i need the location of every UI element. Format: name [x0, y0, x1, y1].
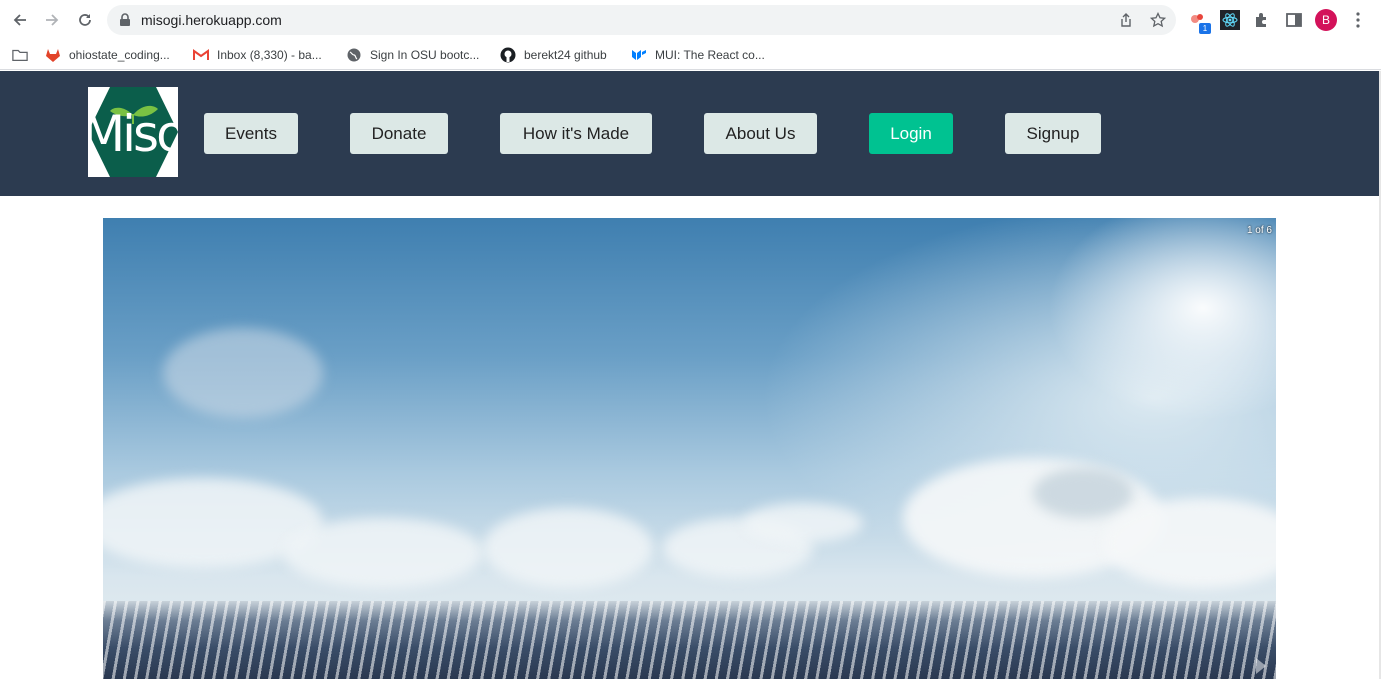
bookmarks-bar: ohiostate_coding... Inbox (8,330) - ba..… [0, 40, 1381, 70]
logo-text: Misogi [88, 105, 178, 163]
folder-icon [12, 47, 28, 63]
bookmark-item[interactable]: ohiostate_coding... [45, 44, 170, 66]
nav-login-button[interactable]: Login [869, 113, 953, 154]
bookmark-item[interactable]: Sign In OSU bootc... [346, 44, 479, 66]
github-icon [500, 47, 516, 63]
extensions-puzzle-icon[interactable] [1252, 10, 1272, 30]
bookmark-label: ohiostate_coding... [69, 48, 170, 62]
slide-counter: 1 of 6 [1246, 225, 1272, 236]
globe-icon [346, 47, 362, 63]
misogi-logo[interactable]: Misogi [88, 87, 178, 177]
nav-signup-button[interactable]: Signup [1005, 113, 1101, 154]
reload-button[interactable] [73, 8, 97, 32]
image-carousel[interactable]: 1 of 6 [103, 218, 1276, 679]
bookmark-item[interactable]: Inbox (8,330) - ba... [193, 44, 322, 66]
nav-donate-button[interactable]: Donate [350, 113, 448, 154]
more-menu-icon[interactable] [1348, 10, 1368, 30]
ocean-waves [103, 601, 1276, 679]
arrow-right-icon [46, 14, 59, 26]
back-button[interactable] [8, 8, 32, 32]
lock-icon [120, 13, 130, 26]
profile-avatar[interactable]: B [1315, 9, 1337, 31]
next-slide-arrow-icon[interactable] [1256, 658, 1266, 674]
bookmark-item[interactable]: MUI: The React co... [631, 44, 765, 66]
bookmark-label: Inbox (8,330) - ba... [217, 48, 322, 62]
bookmark-label: Sign In OSU bootc... [370, 48, 480, 62]
browser-toolbar: misogi.herokuapp.com 1 B [0, 0, 1381, 40]
side-panel-icon[interactable] [1284, 10, 1304, 30]
forward-button[interactable] [40, 8, 64, 32]
bookmark-label: berekt24 github [524, 48, 607, 62]
extension-badge: 1 [1199, 23, 1211, 34]
mui-icon [631, 47, 647, 63]
bookmarks-folder[interactable] [12, 44, 36, 66]
url-text: misogi.herokuapp.com [141, 12, 282, 28]
nav-how-its-made-button[interactable]: How it's Made [500, 113, 652, 154]
site-header: Misogi Events Donate How it's Made About… [0, 71, 1381, 196]
nav-events-button[interactable]: Events [204, 113, 298, 154]
bookmark-item[interactable]: berekt24 github [500, 44, 607, 66]
arrow-left-icon [13, 14, 26, 26]
react-devtools-icon[interactable] [1220, 10, 1240, 30]
star-icon[interactable] [1150, 12, 1166, 28]
address-bar[interactable]: misogi.herokuapp.com [107, 5, 1176, 35]
gmail-icon [193, 47, 209, 63]
gitlab-icon [45, 47, 61, 63]
nav-about-us-button[interactable]: About Us [704, 113, 817, 154]
reload-icon [79, 14, 91, 26]
share-icon[interactable] [1118, 12, 1134, 28]
bookmark-label: MUI: The React co... [655, 48, 765, 62]
